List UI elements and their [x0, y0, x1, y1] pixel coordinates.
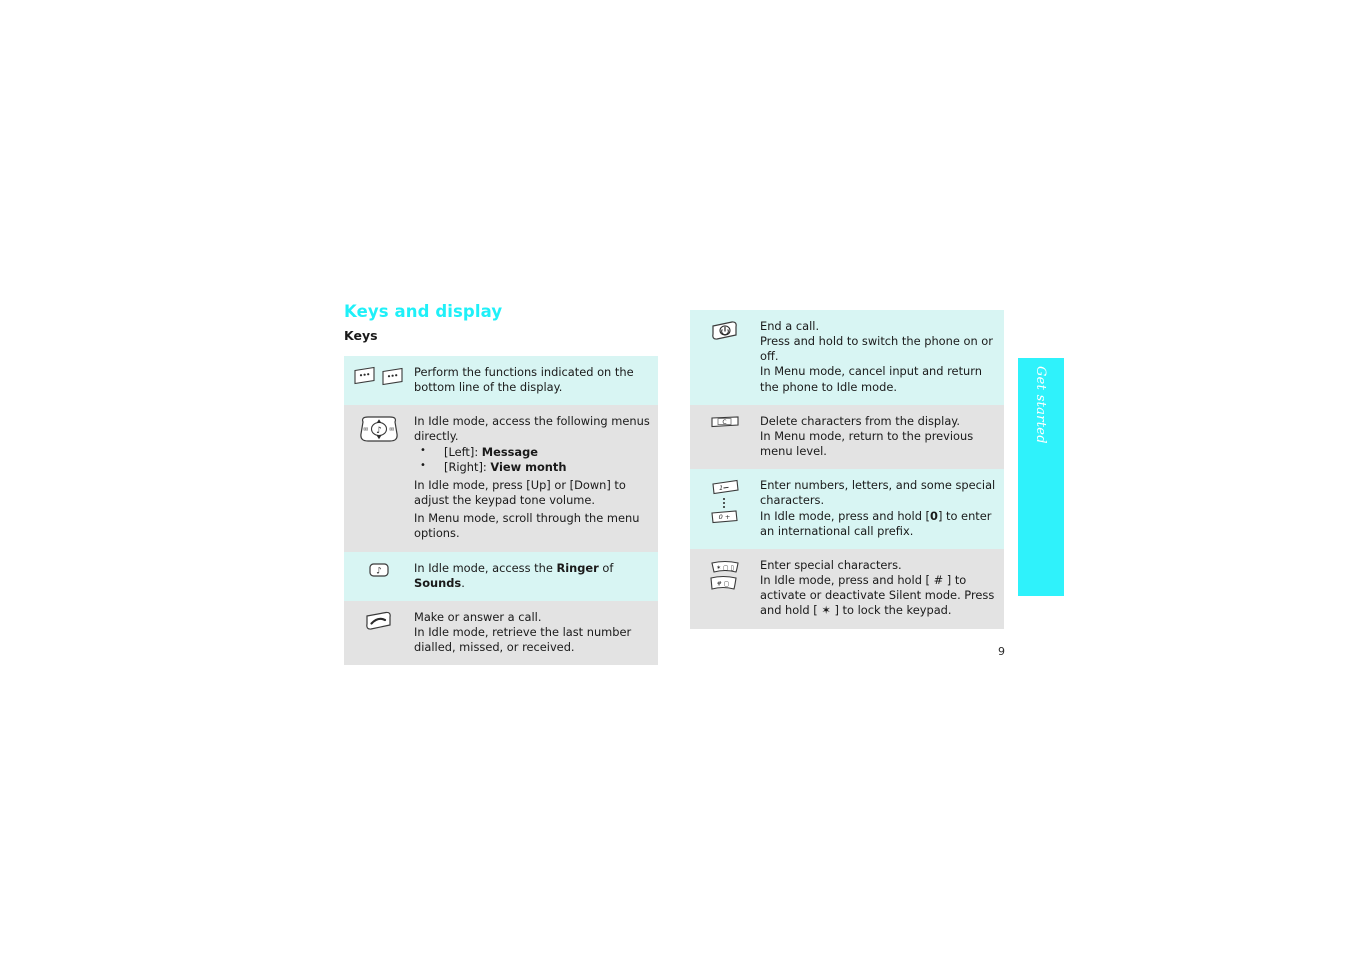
key-description-line: Press and hold to switch the phone on or…: [760, 334, 993, 364]
key-description-line: In Idle mode, press and hold [ # ] to ac…: [760, 573, 995, 618]
key-icon-cell: ♪: [344, 552, 414, 601]
key-icon-cell: C: [690, 405, 760, 469]
svg-text:1: 1: [719, 484, 723, 492]
table-row: ♪ ✉ ✉ In Idle mode, access the following…: [344, 405, 658, 552]
svg-text:C: C: [722, 419, 726, 426]
key-description-cell: In Idle mode, access the Ringer of Sound…: [414, 552, 658, 601]
key-description-line: In Menu mode, scroll through the menu op…: [414, 511, 640, 541]
key-icon-cell: 1 0 +: [690, 469, 760, 549]
svg-text:✉: ✉: [364, 428, 369, 434]
list-item: [Left]: Message: [414, 444, 650, 460]
table-row: C Delete characters from the display. In…: [690, 404, 1004, 470]
manual-page: Keys and display Keys Perform the functi…: [0, 0, 1350, 954]
key-icon-cell: [690, 310, 760, 405]
key-icon-cell: [344, 356, 414, 405]
table-row: End a call. Press and hold to switch the…: [690, 310, 1004, 405]
key-description-line: In Idle mode, access the following menus…: [414, 414, 650, 444]
key-description-line: Perform the functions indicated on the b…: [414, 365, 634, 395]
key-icon-cell: ✶ ▢ ▯ # ▢: [690, 549, 760, 629]
key-description-line: In Menu mode, return to the previous men…: [760, 428, 974, 459]
page-number: 9: [998, 645, 1005, 658]
svg-text:# ▢: # ▢: [717, 580, 730, 587]
key-description-line: In Idle mode, press and hold [0] to ente…: [760, 508, 992, 538]
key-description-cell: In Idle mode, access the following menus…: [414, 405, 658, 551]
key-description-cell: End a call. Press and hold to switch the…: [760, 310, 1004, 405]
key-description-line: In Idle mode, access the Ringer of Sound…: [414, 560, 614, 590]
svg-text:0 +: 0 +: [719, 513, 731, 521]
key-description-cell: Enter special characters. In Idle mode, …: [760, 549, 1004, 629]
table-row: ✶ ▢ ▯ # ▢ Enter special characters. In I…: [690, 548, 1004, 629]
table-row: 1 0 + Enter numbers, letters, and some s…: [690, 469, 1004, 549]
table-row: ♪ In Idle mode, access the Ringer of Sou…: [344, 551, 658, 601]
subsection-title: Keys: [344, 328, 378, 343]
key-description-cell: Perform the functions indicated on the b…: [414, 356, 658, 405]
call-key-icon: [364, 610, 394, 632]
end-call-key-icon: [709, 319, 741, 343]
list-item: [Right]: View month: [414, 459, 650, 475]
keys-table-right: End a call. Press and hold to switch the…: [690, 310, 1004, 629]
key-description-line: Enter numbers, letters, and some special…: [760, 478, 996, 508]
key-description-line: In Idle mode, press [Up] or [Down] to ad…: [414, 477, 626, 508]
key-icon-cell: ♪ ✉ ✉: [344, 405, 414, 551]
svg-text:✶ ▢ ▯: ✶ ▢ ▯: [716, 564, 734, 571]
key-description-line: In Idle mode, retrieve the last number d…: [414, 625, 632, 655]
key-menu-list: [Left]: Message [Right]: View month: [414, 444, 650, 475]
side-tab-get-started: Get started: [1018, 358, 1064, 596]
svg-text:✉: ✉: [390, 428, 395, 434]
key-icon-cell: [344, 601, 414, 665]
soft-keys-icon: [353, 365, 405, 387]
key-description-cell: Delete characters from the display. In M…: [760, 405, 1004, 469]
special-keys-icon: ✶ ▢ ▯ # ▢: [707, 558, 743, 594]
table-row: Make or answer a call. In Idle mode, ret…: [344, 600, 658, 666]
key-description-line: Enter special characters.: [760, 557, 902, 572]
clear-key-icon: C: [710, 414, 740, 431]
side-tab-label: Get started: [1033, 366, 1049, 444]
key-description-cell: Make or answer a call. In Idle mode, ret…: [414, 601, 658, 665]
svg-text:♪: ♪: [376, 566, 382, 576]
key-description-line: Delete characters from the display.: [760, 413, 961, 428]
page-title: Keys and display: [344, 302, 503, 321]
key-description-cell: Enter numbers, letters, and some special…: [760, 469, 1004, 549]
ringer-key-icon: ♪: [366, 561, 392, 579]
table-row: Perform the functions indicated on the b…: [344, 356, 658, 406]
key-description-line: Make or answer a call.: [414, 609, 542, 624]
navigation-key-icon: ♪ ✉ ✉: [357, 414, 401, 446]
key-description-line: In Menu mode, cancel input and return th…: [760, 364, 982, 394]
number-keys-icon: 1 0 +: [708, 478, 742, 524]
svg-text:♪: ♪: [376, 426, 382, 436]
key-description-line: End a call.: [760, 319, 820, 333]
keys-table-left: Perform the functions indicated on the b…: [344, 356, 658, 666]
